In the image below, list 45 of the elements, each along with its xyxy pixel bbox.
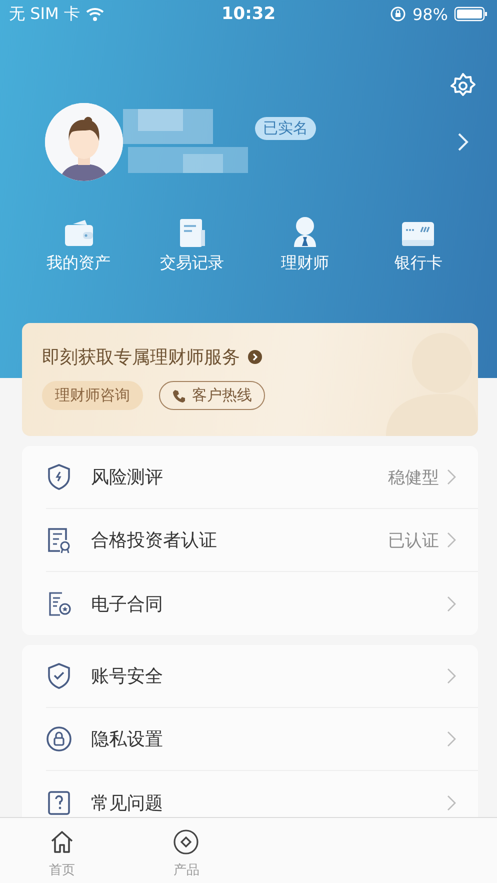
tab[interactable]: 产品 <box>124 818 248 883</box>
shortcut-button[interactable]: 理财师 <box>248 216 362 274</box>
menu-item[interactable]: 隐私设置 <box>46 708 478 771</box>
shield-icon <box>46 463 72 491</box>
chevron-right-icon[interactable] <box>457 132 469 152</box>
battery-percent: 98% <box>412 4 448 24</box>
tab[interactable]: 首页 <box>0 818 124 883</box>
advisor-banner[interactable]: 即刻获取专属理财师服务 理财师咨询 客户热线 <box>22 323 478 436</box>
chevron-right-icon <box>447 596 456 612</box>
banner-title: 即刻获取专属理财师服务 <box>42 346 240 369</box>
lock-circle-icon <box>46 725 72 753</box>
shortcut-button[interactable]: 银行卡 <box>362 216 475 274</box>
carrier-name: 无 SIM 卡 <box>9 4 80 24</box>
arrow-circle-icon[interactable] <box>248 350 262 364</box>
menu-item[interactable]: 电子合同 <box>46 572 478 635</box>
banner-button[interactable]: 客户热线 <box>159 381 265 410</box>
menu-item[interactable]: 合格投资者认证 已认证 <box>46 509 478 572</box>
chevron-right-icon <box>447 794 456 810</box>
question-icon <box>46 788 72 816</box>
bank-card-icon <box>401 220 436 248</box>
shortcut-button[interactable]: 交易记录 <box>135 216 248 274</box>
banner-button[interactable]: 理财师咨询 <box>42 381 143 410</box>
clock: 10:32 <box>221 4 276 24</box>
menu-item[interactable]: 账号安全 <box>46 645 478 708</box>
menu-item[interactable]: 常见问题 <box>46 771 478 817</box>
shield-check-icon <box>46 662 72 690</box>
orientation-lock-icon <box>390 6 406 22</box>
chevron-right-icon <box>447 532 456 548</box>
contract-icon <box>46 590 72 618</box>
chevron-right-icon <box>447 469 456 485</box>
wallet-icon <box>62 218 95 248</box>
phone-icon <box>172 388 186 402</box>
menu-value: 稳健型 <box>388 466 439 488</box>
verified-badge: 已实名 <box>255 117 316 140</box>
wifi-icon <box>86 7 104 21</box>
chevron-right-icon <box>447 731 456 747</box>
chevron-right-icon <box>447 668 456 684</box>
shortcut-button[interactable]: 我的资产 <box>22 216 136 274</box>
menu-value: 已认证 <box>388 530 439 552</box>
battery-icon <box>454 6 488 22</box>
diamond-circle-icon <box>173 829 200 855</box>
home-icon <box>49 829 76 855</box>
menu-item[interactable]: 风险测评 稳健型 <box>46 446 478 509</box>
person-icon <box>292 216 318 248</box>
certificate-icon <box>46 526 72 554</box>
